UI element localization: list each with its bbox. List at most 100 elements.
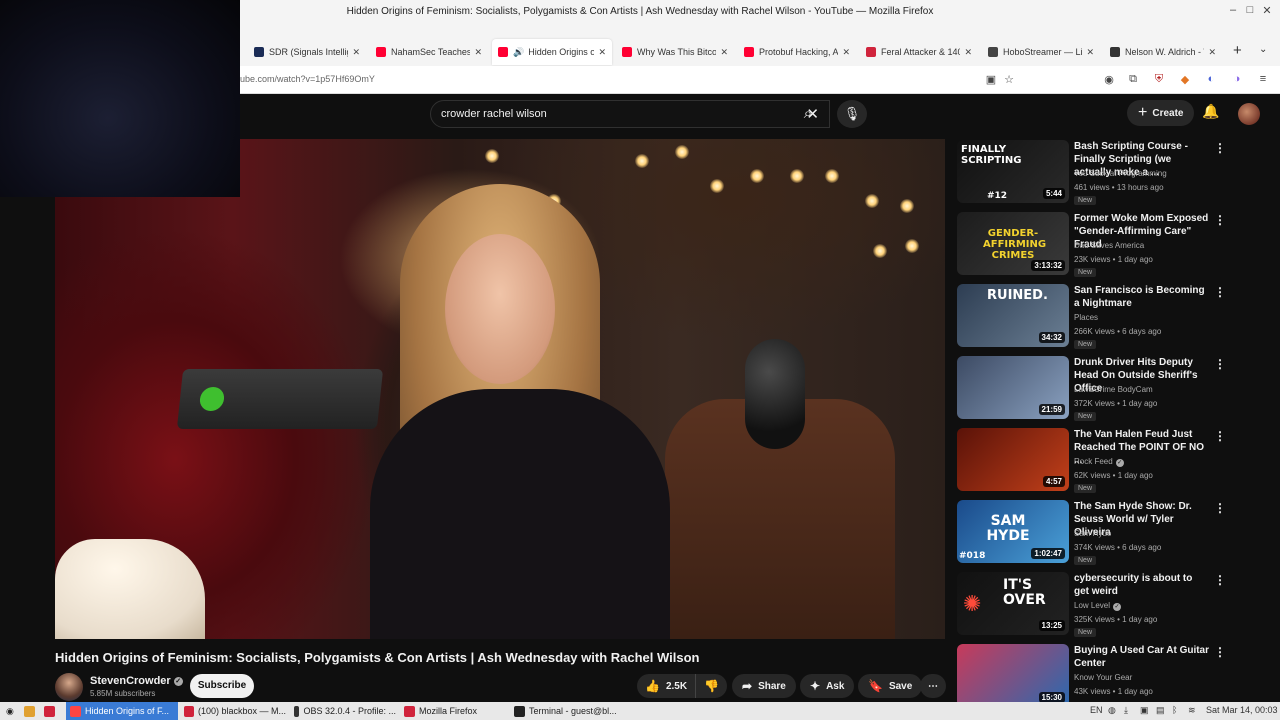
- recommendation-item[interactable]: SAM HYDE #018 1:02:47 The Sam Hyde Show:…: [957, 500, 1227, 566]
- close-icon[interactable]: ✕: [474, 47, 482, 58]
- download-icon[interactable]: ⤓: [1124, 705, 1128, 716]
- recommendation-item[interactable]: FINALLY SCRIPTING #12 5:44 Bash Scriptin…: [957, 140, 1227, 206]
- taskbar-item[interactable]: Hidden Origins of F...: [66, 702, 178, 720]
- ublock-icon[interactable]: ⛨: [1152, 73, 1166, 86]
- recommendation-title[interactable]: Buying A Used Car At Guitar Center: [1074, 644, 1209, 670]
- search-input[interactable]: crowder rachel wilson: [441, 108, 547, 120]
- speaker-icon[interactable]: 🔊: [513, 47, 524, 58]
- recommendation-item[interactable]: 15:30 Buying A Used Car At Guitar Center…: [957, 644, 1227, 707]
- video-thumbnail[interactable]: SAM HYDE #018 1:02:47: [957, 500, 1069, 563]
- url-field[interactable]: ube.com/watch?v=1p57Hf69OmY: [240, 74, 375, 84]
- recommendation-channel[interactable]: Sam Hyde: [1074, 529, 1111, 538]
- channel-name[interactable]: StevenCrowder ✓: [90, 675, 183, 687]
- microphone-icon[interactable]: 🎙: [837, 100, 867, 128]
- taskbar-item[interactable]: OBS 32.0.4 - Profile: ...: [290, 702, 400, 720]
- taskbar-item[interactable]: Terminal - guest@bl...: [510, 702, 626, 720]
- video-thumbnail[interactable]: 15:30: [957, 644, 1069, 707]
- reader-view-icon[interactable]: ▣: [984, 73, 998, 86]
- recommendation-channel[interactable]: Places: [1074, 313, 1098, 322]
- user-avatar[interactable]: [1238, 103, 1260, 125]
- more-vertical-icon[interactable]: ⋮: [1214, 213, 1226, 227]
- notifications-bell-icon[interactable]: 🔔: [1202, 103, 1219, 120]
- more-vertical-icon[interactable]: ⋮: [1214, 501, 1226, 515]
- tab-protobuf[interactable]: Protobuf Hacking, AI ✕: [738, 41, 856, 63]
- firefox-launcher-icon[interactable]: [40, 702, 63, 720]
- recommendation-channel-name[interactable]: Dad Saves America: [1074, 241, 1144, 250]
- recommendation-channel-name[interactable]: Low Level: [1074, 601, 1110, 610]
- close-icon[interactable]: ✕: [720, 47, 728, 58]
- recommendation-item[interactable]: ✺ IT'S OVER 13:25 cybersecurity is about…: [957, 572, 1227, 638]
- account-icon[interactable]: ◉: [1102, 73, 1116, 86]
- more-vertical-icon[interactable]: ⋮: [1214, 429, 1226, 443]
- recommendation-channel-name[interactable]: Know Your Gear: [1074, 673, 1132, 682]
- tab-bitcoin[interactable]: Why Was This Bitcoin ✕: [616, 41, 734, 63]
- tab-sdr[interactable]: SDR (Signals Intellige ✕: [248, 41, 366, 63]
- search-box[interactable]: crowder rachel wilson ✕: [430, 100, 830, 128]
- recommendation-item[interactable]: GENDER-AFFIRMING CRIMES 3:13:32 Former W…: [957, 212, 1227, 278]
- video-thumbnail[interactable]: ✺ IT'S OVER 13:25: [957, 572, 1069, 635]
- recommendation-item[interactable]: 4:57 The Van Halen Feud Just Reached The…: [957, 428, 1227, 494]
- clipboard-icon[interactable]: ▤: [1156, 705, 1165, 716]
- close-icon[interactable]: ✕: [842, 47, 850, 58]
- tab-nahamsec[interactable]: NahamSec Teaches M ✕: [370, 41, 488, 63]
- close-icon[interactable]: ✕: [598, 47, 606, 58]
- video-thumbnail[interactable]: 4:57: [957, 428, 1069, 491]
- tray-app-icon[interactable]: ▣: [1140, 705, 1149, 716]
- close-icon[interactable]: ✕: [1208, 47, 1216, 58]
- recommendation-channel-name[interactable]: Rock Feed: [1074, 457, 1113, 466]
- recommendation-title[interactable]: cybersecurity is about to get weird: [1074, 572, 1209, 598]
- channel-avatar[interactable]: [55, 673, 83, 701]
- video-thumbnail[interactable]: RUINED. 34:32: [957, 284, 1069, 347]
- minimize-button[interactable]: –: [1226, 4, 1240, 16]
- tab-hidden-origins[interactable]: 🔊 Hidden Origins of ✕: [492, 39, 612, 65]
- new-tab-button[interactable]: +: [1233, 42, 1242, 59]
- extension-icon[interactable]: ◑: [1230, 73, 1244, 85]
- more-vertical-icon[interactable]: ⋮: [1214, 141, 1226, 155]
- recommendation-channel-name[interactable]: Law&Crime BodyCam: [1074, 385, 1153, 394]
- recommendation-channel-name[interactable]: Sam Hyde: [1074, 529, 1111, 538]
- more-vertical-icon[interactable]: ⋮: [1214, 645, 1226, 659]
- search-icon[interactable]: ⌕: [788, 100, 828, 128]
- taskbar-item[interactable]: (100) blackbox — M...: [180, 702, 290, 720]
- recommendation-channel-name[interactable]: Places: [1074, 313, 1098, 322]
- video-thumbnail[interactable]: FINALLY SCRIPTING #12 5:44: [957, 140, 1069, 203]
- tab-feral-attacker[interactable]: Feral Attacker & 140 ✕: [860, 41, 978, 63]
- recommendation-channel[interactable]: Low Level ✓: [1074, 601, 1122, 611]
- video-player[interactable]: [55, 139, 945, 639]
- close-icon[interactable]: ✕: [352, 47, 360, 58]
- clock[interactable]: Sat Mar 14, 00:03: [1206, 705, 1278, 715]
- recommendation-channel[interactable]: Law&Crime BodyCam: [1074, 385, 1153, 394]
- channel-name-text[interactable]: StevenCrowder: [90, 675, 171, 687]
- more-vertical-icon[interactable]: ⋮: [1214, 285, 1226, 299]
- like-button[interactable]: 👍 2.5K: [637, 674, 697, 698]
- menu-icon[interactable]: ≡: [1256, 73, 1270, 85]
- maximize-button[interactable]: □: [1243, 4, 1257, 16]
- recommendation-channel-name[interactable]: You Suck at Programming: [1074, 169, 1167, 178]
- bookmark-star-icon[interactable]: ☆: [1002, 73, 1016, 86]
- video-thumbnail[interactable]: 21:59: [957, 356, 1069, 419]
- close-icon[interactable]: ✕: [964, 47, 972, 58]
- recommendation-channel[interactable]: Know Your Gear: [1074, 673, 1132, 682]
- bluetooth-icon[interactable]: ᛒ: [1172, 705, 1177, 715]
- recommendation-channel[interactable]: Dad Saves America: [1074, 241, 1144, 250]
- extensions-icon[interactable]: ⧉: [1126, 73, 1140, 86]
- metamask-icon[interactable]: ◆: [1178, 73, 1192, 86]
- tab-nelson-aldrich[interactable]: Nelson W. Aldrich - W ✕: [1104, 41, 1222, 63]
- ask-button[interactable]: ✦ Ask: [800, 674, 855, 698]
- app-menu-icon[interactable]: ◉: [2, 702, 18, 720]
- more-actions-button[interactable]: ⋯: [920, 674, 946, 698]
- recommendation-channel[interactable]: Rock Feed ✓: [1074, 457, 1124, 467]
- more-vertical-icon[interactable]: ⋮: [1214, 357, 1226, 371]
- close-window-button[interactable]: ✕: [1260, 4, 1274, 17]
- tab-hobostreamer[interactable]: HoboStreamer — Liv ✕: [982, 41, 1100, 63]
- recommendation-title[interactable]: San Francisco is Becoming a Nightmare: [1074, 284, 1209, 310]
- wifi-icon[interactable]: ≋: [1188, 705, 1196, 716]
- close-icon[interactable]: ✕: [1086, 47, 1094, 58]
- taskbar-item[interactable]: Mozilla Firefox: [400, 702, 510, 720]
- recommendation-item[interactable]: 21:59 Drunk Driver Hits Deputy Head On O…: [957, 356, 1227, 422]
- list-all-tabs-icon[interactable]: ⌄: [1259, 44, 1267, 55]
- video-thumbnail[interactable]: GENDER-AFFIRMING CRIMES 3:13:32: [957, 212, 1069, 275]
- create-button[interactable]: + Create: [1127, 100, 1195, 126]
- more-vertical-icon[interactable]: ⋮: [1214, 573, 1226, 587]
- recommendation-item[interactable]: RUINED. 34:32 San Francisco is Becoming …: [957, 284, 1227, 350]
